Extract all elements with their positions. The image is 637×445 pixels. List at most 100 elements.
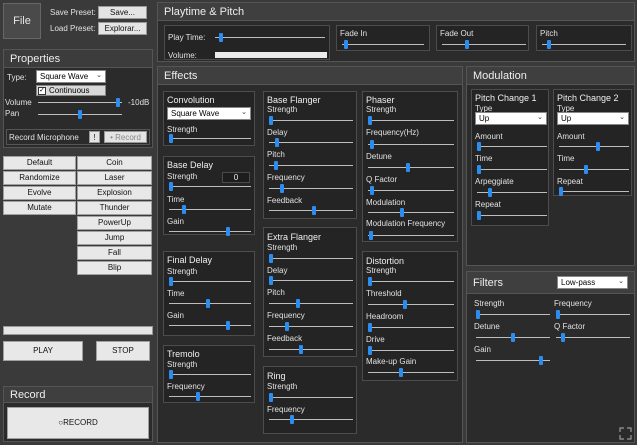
slider-thumb[interactable]	[595, 142, 600, 151]
distortion-strength-slider[interactable]	[368, 277, 454, 286]
phaser-mod-frequency-slider[interactable]	[368, 231, 454, 240]
phaser-q-factor-slider[interactable]	[368, 186, 454, 195]
record-button[interactable]: ○RECORD	[7, 407, 149, 439]
slider-thumb[interactable]	[539, 356, 544, 365]
extra-flanger-frequency-slider[interactable]	[269, 322, 353, 331]
slider-thumb[interactable]	[226, 227, 231, 236]
slider-thumb[interactable]	[169, 182, 173, 191]
slider-thumb[interactable]	[370, 140, 375, 149]
slider-track[interactable]	[559, 146, 629, 147]
slider-thumb[interactable]	[465, 40, 470, 49]
base-delay-time-slider[interactable]	[169, 205, 251, 214]
slider-thumb[interactable]	[284, 322, 289, 331]
slider-thumb[interactable]	[477, 211, 482, 220]
slider-thumb[interactable]	[169, 370, 173, 379]
slider-thumb[interactable]	[344, 40, 349, 49]
distortion-headroom-slider[interactable]	[368, 323, 454, 332]
slider-thumb[interactable]	[402, 300, 407, 309]
slider-track[interactable]	[542, 44, 626, 45]
final-delay-strength-slider[interactable]	[169, 277, 251, 286]
phaser-modulation-slider[interactable]	[368, 208, 454, 217]
slider-thumb[interactable]	[368, 346, 372, 355]
slider-track[interactable]	[559, 169, 629, 170]
slider-track[interactable]	[269, 258, 353, 259]
filter-frequency-slider[interactable]	[556, 310, 630, 319]
slider-track[interactable]	[269, 142, 353, 143]
slider-thumb[interactable]	[269, 116, 273, 125]
preset-jump-button[interactable]: Jump	[77, 231, 152, 245]
slider-track[interactable]	[556, 314, 630, 315]
distortion-threshold-slider[interactable]	[368, 300, 454, 309]
slider-thumb[interactable]	[298, 345, 303, 354]
slider-thumb[interactable]	[226, 321, 231, 330]
mic-record-button[interactable]: • Record	[104, 131, 147, 143]
slider-thumb[interactable]	[477, 165, 482, 174]
slider-thumb[interactable]	[561, 333, 566, 342]
stop-button[interactable]: STOP	[96, 341, 150, 361]
slider-thumb[interactable]	[368, 277, 372, 286]
slider-track[interactable]	[169, 325, 251, 326]
slider-track[interactable]	[269, 326, 353, 327]
slider-track[interactable]	[368, 350, 454, 351]
play-button[interactable]: PLAY	[3, 341, 83, 361]
slider-track[interactable]	[169, 231, 251, 232]
extra-flanger-delay-slider[interactable]	[269, 276, 353, 285]
slider-thumb[interactable]	[269, 276, 273, 285]
slider-thumb[interactable]	[312, 206, 317, 215]
preset-explosion-button[interactable]: Explosion	[77, 186, 152, 200]
slider-thumb[interactable]	[289, 415, 294, 424]
slider-thumb[interactable]	[368, 231, 373, 240]
preset-randomize-button[interactable]: Randomize	[3, 171, 76, 185]
slider-thumb[interactable]	[583, 165, 588, 174]
tremolo-frequency-slider[interactable]	[169, 392, 251, 401]
fade-out-slider[interactable]	[442, 40, 526, 49]
slider-track[interactable]	[477, 215, 547, 216]
base-delay-strength-slider[interactable]	[169, 182, 251, 191]
slider-thumb[interactable]	[370, 186, 375, 195]
base-flanger-frequency-slider[interactable]	[269, 184, 353, 193]
slider-track[interactable]	[169, 303, 251, 304]
slider-track[interactable]	[269, 120, 353, 121]
pc1-type-select[interactable]: Up ⌄	[475, 112, 547, 125]
slider-track[interactable]	[38, 102, 122, 103]
slider-track[interactable]	[368, 235, 454, 236]
preset-evolve-button[interactable]: Evolve	[3, 186, 76, 200]
slider-thumb[interactable]	[546, 40, 551, 49]
preset-blip-button[interactable]: Blip	[77, 261, 152, 275]
slider-track[interactable]	[215, 37, 325, 38]
slider-thumb[interactable]	[368, 116, 372, 125]
type-select[interactable]: Square Wave ⌄	[36, 70, 106, 83]
pc1-arpeggiate-slider[interactable]	[477, 188, 547, 197]
slider-track[interactable]	[169, 396, 251, 397]
slider-thumb[interactable]	[218, 33, 223, 42]
slider-thumb[interactable]	[275, 138, 280, 147]
continuous-checkbox-row[interactable]: ✓ Continuous	[36, 85, 106, 96]
final-delay-time-slider[interactable]	[169, 299, 251, 308]
slider-thumb[interactable]	[487, 188, 492, 197]
slider-track[interactable]	[269, 397, 353, 398]
pc1-repeat-slider[interactable]	[477, 211, 547, 220]
slider-thumb[interactable]	[400, 208, 405, 217]
slider-track[interactable]	[442, 44, 526, 45]
ring-strength-slider[interactable]	[269, 393, 353, 402]
preset-thunder-button[interactable]: Thunder	[77, 201, 152, 215]
preset-laser-button[interactable]: Laser	[77, 171, 152, 185]
slider-thumb[interactable]	[269, 393, 273, 402]
slider-track[interactable]	[368, 327, 454, 328]
base-delay-gain-slider[interactable]	[169, 227, 251, 236]
final-delay-gain-slider[interactable]	[169, 321, 251, 330]
pc2-time-slider[interactable]	[559, 165, 629, 174]
slider-thumb[interactable]	[181, 205, 186, 214]
extra-flanger-pitch-slider[interactable]	[269, 299, 353, 308]
slider-track[interactable]	[368, 372, 454, 373]
slider-thumb[interactable]	[556, 310, 560, 319]
distortion-drive-slider[interactable]	[368, 346, 454, 355]
slider-thumb[interactable]	[511, 333, 515, 342]
pc2-type-select[interactable]: Up ⌄	[557, 112, 629, 125]
slider-track[interactable]	[169, 374, 251, 375]
file-button[interactable]: File	[3, 3, 41, 39]
slider-track[interactable]	[368, 167, 454, 168]
slider-track[interactable]	[269, 165, 353, 166]
preset-fall-button[interactable]: Fall	[77, 246, 152, 260]
slider-thumb[interactable]	[205, 299, 210, 308]
